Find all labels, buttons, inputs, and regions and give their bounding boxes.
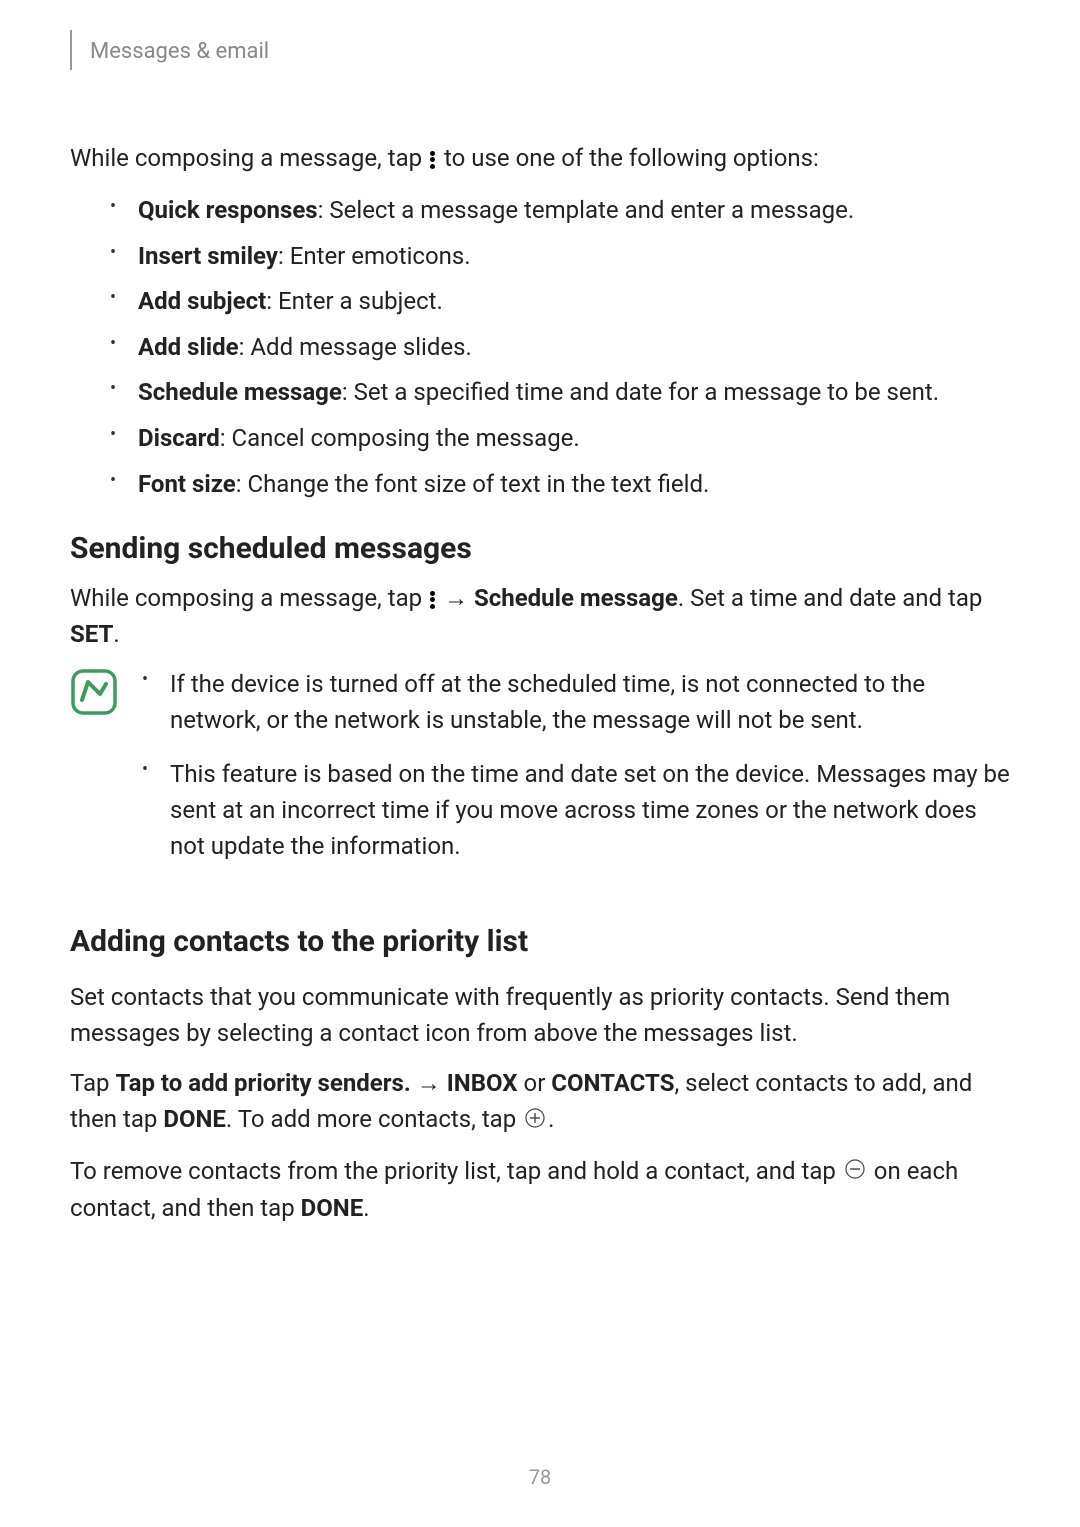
- list-item: Schedule message: Set a specified time a…: [110, 376, 1010, 410]
- list-item: Font size: Change the font size of text …: [110, 468, 1010, 502]
- intro-after: to use one of the following options:: [438, 144, 819, 172]
- text-fragment: .: [363, 1194, 369, 1222]
- text-fragment: .: [548, 1105, 554, 1133]
- note-icon: [70, 668, 118, 720]
- text-fragment: To remove contacts from the priority lis…: [70, 1157, 842, 1185]
- schedule-message-label: Schedule message: [474, 584, 678, 612]
- text-fragment: →: [411, 1069, 447, 1097]
- option-label: Font size: [138, 470, 236, 498]
- option-label: Add slide: [138, 333, 239, 361]
- done-label: DONE: [163, 1105, 226, 1133]
- page-number: 78: [0, 1465, 1080, 1489]
- header-tick: [70, 30, 72, 70]
- inbox-label: INBOX: [447, 1069, 518, 1097]
- text-fragment: Tap: [70, 1069, 115, 1097]
- tap-priority-label: Tap to add priority senders.: [115, 1069, 410, 1097]
- section-heading-priority: Adding contacts to the priority list: [70, 924, 1010, 959]
- page-header: Messages & email: [70, 30, 1010, 70]
- priority-para3: To remove contacts from the priority lis…: [70, 1153, 1010, 1227]
- list-item: Add slide: Add message slides.: [110, 331, 1010, 365]
- option-desc: : Set a specified time and date for a me…: [342, 378, 939, 406]
- done-label: DONE: [301, 1194, 364, 1222]
- options-list: Quick responses: Select a message templa…: [70, 194, 1010, 501]
- header-title: Messages & email: [90, 39, 269, 70]
- option-label: Add subject: [138, 287, 266, 315]
- intro-before: While composing a message, tap: [70, 144, 428, 172]
- intro-paragraph: While composing a message, tap to use on…: [70, 140, 1010, 176]
- list-item: Add subject: Enter a subject.: [110, 285, 1010, 319]
- note-block: If the device is turned off at the sched…: [70, 666, 1010, 882]
- option-label: Insert smiley: [138, 242, 278, 270]
- option-label: Discard: [138, 424, 220, 452]
- option-desc: : Enter emoticons.: [278, 242, 471, 270]
- note-item: This feature is based on the time and da…: [142, 756, 1010, 864]
- text-fragment: .: [113, 620, 119, 648]
- note-item: If the device is turned off at the sched…: [142, 666, 1010, 738]
- text-fragment: . Set a time and date and tap: [678, 584, 983, 612]
- list-item: Discard: Cancel composing the message.: [110, 422, 1010, 456]
- priority-para2: Tap Tap to add priority senders. → INBOX…: [70, 1065, 1010, 1139]
- text-fragment: While composing a message, tap: [70, 584, 428, 612]
- list-item: Quick responses: Select a message templa…: [110, 194, 1010, 228]
- priority-para1: Set contacts that you communicate with f…: [70, 979, 1010, 1051]
- list-item: Insert smiley: Enter emoticons.: [110, 240, 1010, 274]
- contacts-label: CONTACTS: [551, 1069, 674, 1097]
- option-label: Quick responses: [138, 196, 318, 224]
- plus-circle-icon: [524, 1103, 546, 1139]
- option-desc: : Change the font size of text in the te…: [236, 470, 710, 498]
- schedule-paragraph: While composing a message, tap → Schedul…: [70, 580, 1010, 652]
- note-list: If the device is turned off at the sched…: [142, 666, 1010, 882]
- option-desc: : Cancel composing the message.: [220, 424, 580, 452]
- text-fragment: or: [518, 1069, 552, 1097]
- minus-circle-icon: [844, 1154, 866, 1190]
- option-desc: : Enter a subject.: [266, 287, 443, 315]
- section-heading-schedule: Sending scheduled messages: [70, 531, 1010, 566]
- more-options-icon: [430, 591, 436, 609]
- option-label: Schedule message: [138, 378, 342, 406]
- text-fragment: . To add more contacts, tap: [226, 1105, 522, 1133]
- text-fragment: →: [438, 584, 474, 612]
- more-options-icon: [430, 151, 436, 169]
- option-desc: : Add message slides.: [239, 333, 472, 361]
- option-desc: : Select a message template and enter a …: [318, 196, 855, 224]
- set-label: SET: [70, 620, 113, 648]
